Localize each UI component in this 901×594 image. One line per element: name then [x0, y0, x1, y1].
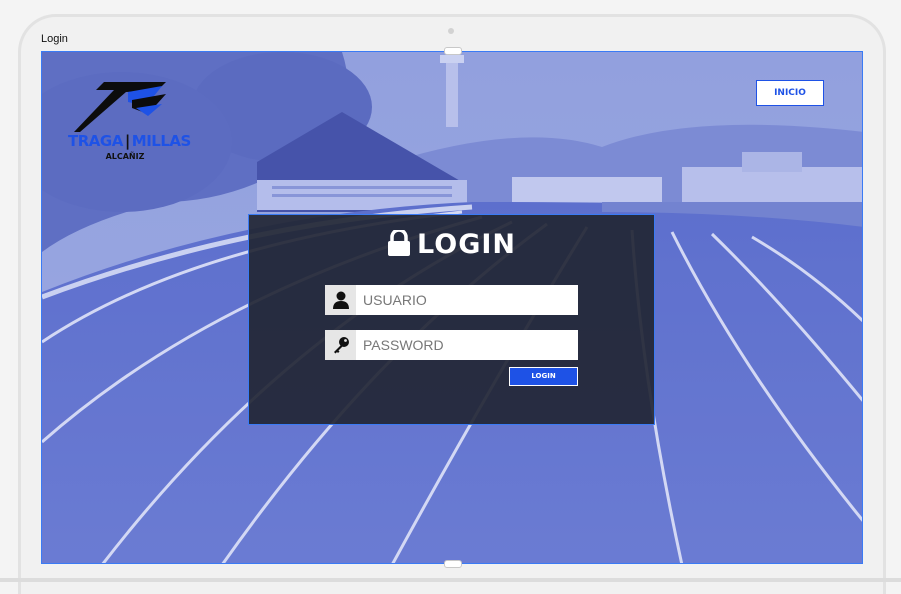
- runner-logo-icon: [74, 82, 166, 132]
- username-input[interactable]: [356, 285, 578, 315]
- lock-icon: [387, 228, 411, 263]
- camera-dot: [448, 28, 454, 34]
- password-field: [325, 330, 578, 360]
- login-panel: LOGIN LOGIN: [248, 214, 655, 425]
- logo-title-left: TRAGA: [68, 132, 123, 150]
- artboard-label[interactable]: Login: [41, 33, 68, 45]
- login-title: LOGIN: [249, 228, 654, 269]
- key-icon: [325, 330, 356, 360]
- login-title-text: LOGIN: [417, 229, 516, 260]
- artboard: TRAGA | MILLAS ALCAÑIZ INICIO LOGIN USUA…: [41, 51, 863, 564]
- login-submit-button[interactable]: LOGIN: [509, 367, 578, 386]
- tragamillas-logo[interactable]: TRAGA | MILLAS ALCAÑIZ: [66, 80, 191, 164]
- logo-title: TRAGA | MILLAS: [68, 132, 191, 150]
- device-bottom-edge: [0, 578, 901, 582]
- logo-title-right: MILLAS: [131, 132, 192, 150]
- logo-subtitle: ALCAÑIZ: [105, 152, 145, 161]
- resize-handle-top[interactable]: [444, 47, 462, 55]
- logo-separator: |: [124, 132, 130, 150]
- password-input[interactable]: [356, 330, 578, 360]
- user-icon: [325, 285, 356, 315]
- resize-handle-bottom[interactable]: [444, 560, 462, 568]
- username-field: [325, 285, 578, 315]
- inicio-button[interactable]: INICIO: [756, 80, 824, 106]
